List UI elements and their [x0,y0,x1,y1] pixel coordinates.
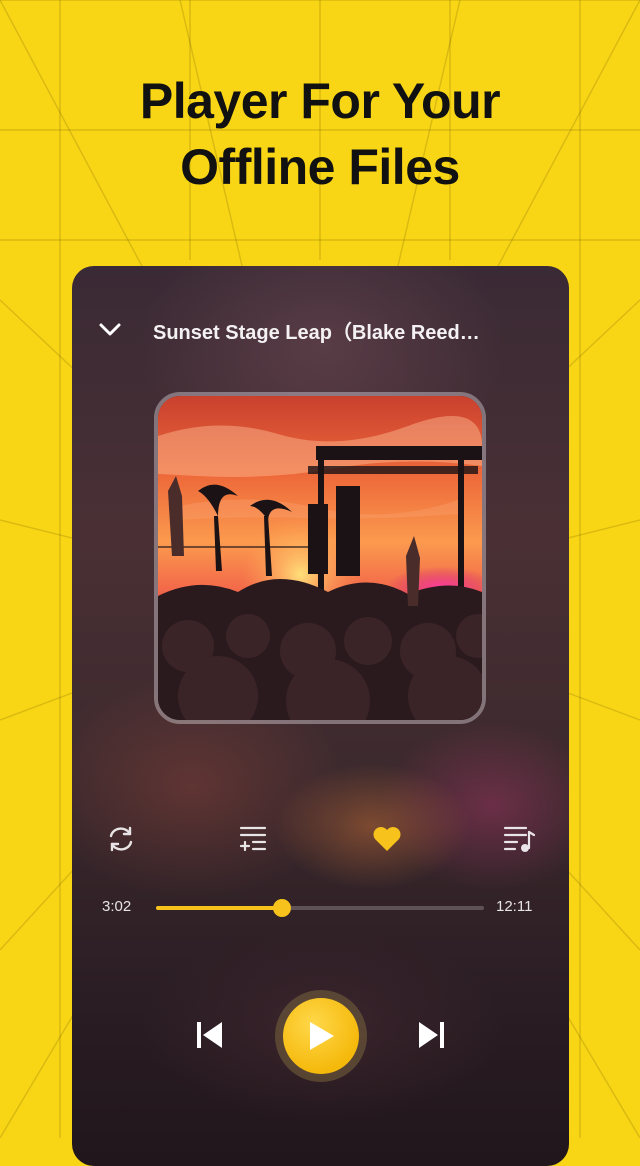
album-art [154,392,486,724]
progress-row: 3:02 12:11 [72,892,569,922]
play-icon [310,1022,334,1050]
headline-line-1: Player For Your [139,73,501,129]
music-queue-icon[interactable] [502,822,536,856]
repeat-icon[interactable] [104,822,138,856]
action-row [72,814,569,864]
skip-next-icon[interactable] [415,1019,447,1051]
seek-bar-fill [156,906,283,910]
track-title: Sunset Stage Leap（Blake Reed… [153,322,480,344]
player-header: Sunset Stage Leap（Blake Reed… [72,304,569,354]
total-duration: 12:11 [496,898,533,915]
playlist-add-icon[interactable] [237,822,271,856]
play-button[interactable] [275,990,367,1082]
playback-controls [72,988,569,1084]
play-button-face [283,998,359,1074]
player-screen: Sunset Stage Leap（Blake Reed… 3:02 12:11 [72,266,569,1166]
skip-previous-icon[interactable] [194,1019,226,1051]
elapsed-time: 3:02 [102,898,132,915]
seek-bar-thumb[interactable] [273,899,292,917]
seek-bar[interactable] [156,899,484,917]
headline-line-2: Offline Files [180,139,460,195]
headline: Player For Your Offline Files [0,68,640,200]
chevron-down-icon[interactable] [98,317,122,341]
heart-icon[interactable] [370,822,404,856]
